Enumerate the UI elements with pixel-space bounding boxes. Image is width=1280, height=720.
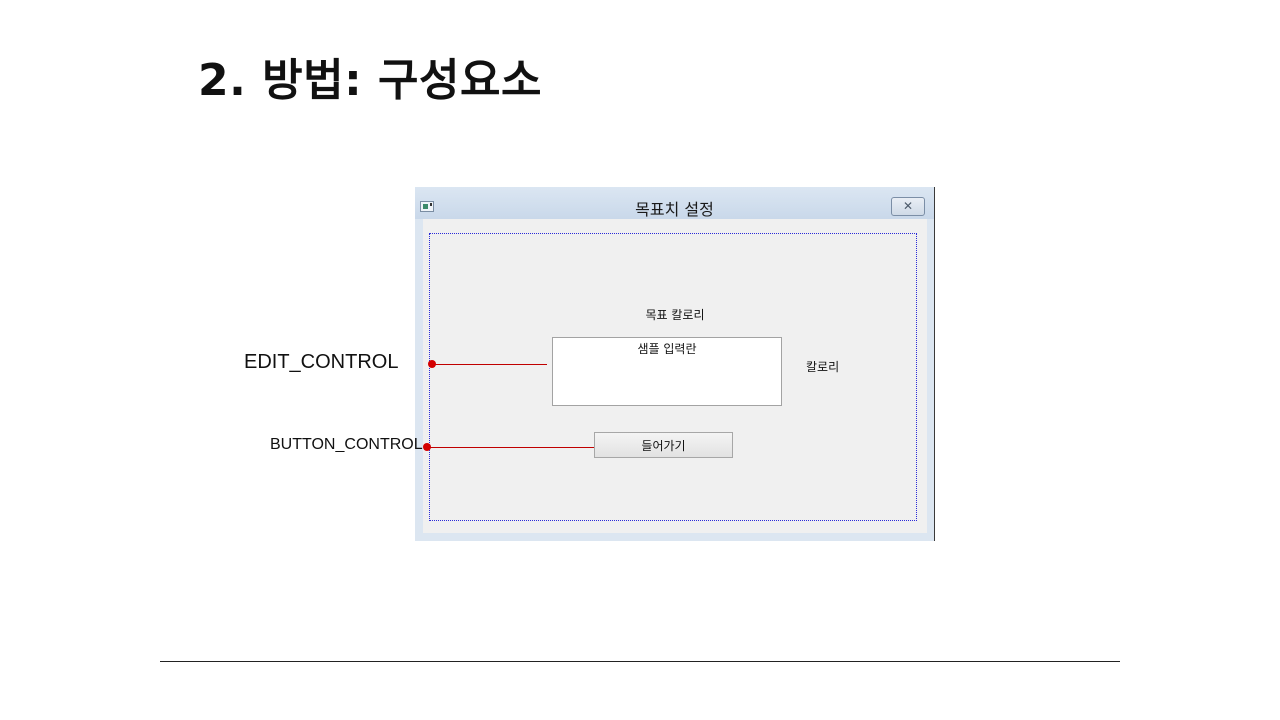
close-button[interactable]: ✕ [891,197,925,216]
close-icon: ✕ [902,199,914,213]
edit-connector-dot [428,360,436,368]
goal-calorie-edit[interactable]: 샘플 입력란 [552,337,782,406]
enter-button-label: 들어가기 [641,439,686,453]
dialog-titlebar[interactable]: 목표치 설정 ✕ [415,187,934,219]
enter-button[interactable]: 들어가기 [594,432,733,458]
dialog-title: 목표치 설정 [635,200,714,219]
edit-control-annotation: EDIT_CONTROL [244,351,399,373]
dialog-client-area: 목표 칼로리 샘플 입력란 칼로리 들어가기 [423,219,927,533]
edit-placeholder-text: 샘플 입력란 [637,342,697,356]
slide-title: 2. 방법: 구성요소 [198,55,542,106]
footer-divider [160,661,1120,662]
goal-calorie-label: 목표 칼로리 [645,308,705,322]
button-connector-line [427,447,594,448]
button-connector-dot [423,443,431,451]
button-control-annotation: BUTTON_CONTROL [270,436,423,453]
calorie-unit-label: 칼로리 [806,360,840,374]
edit-connector-line [432,364,547,365]
